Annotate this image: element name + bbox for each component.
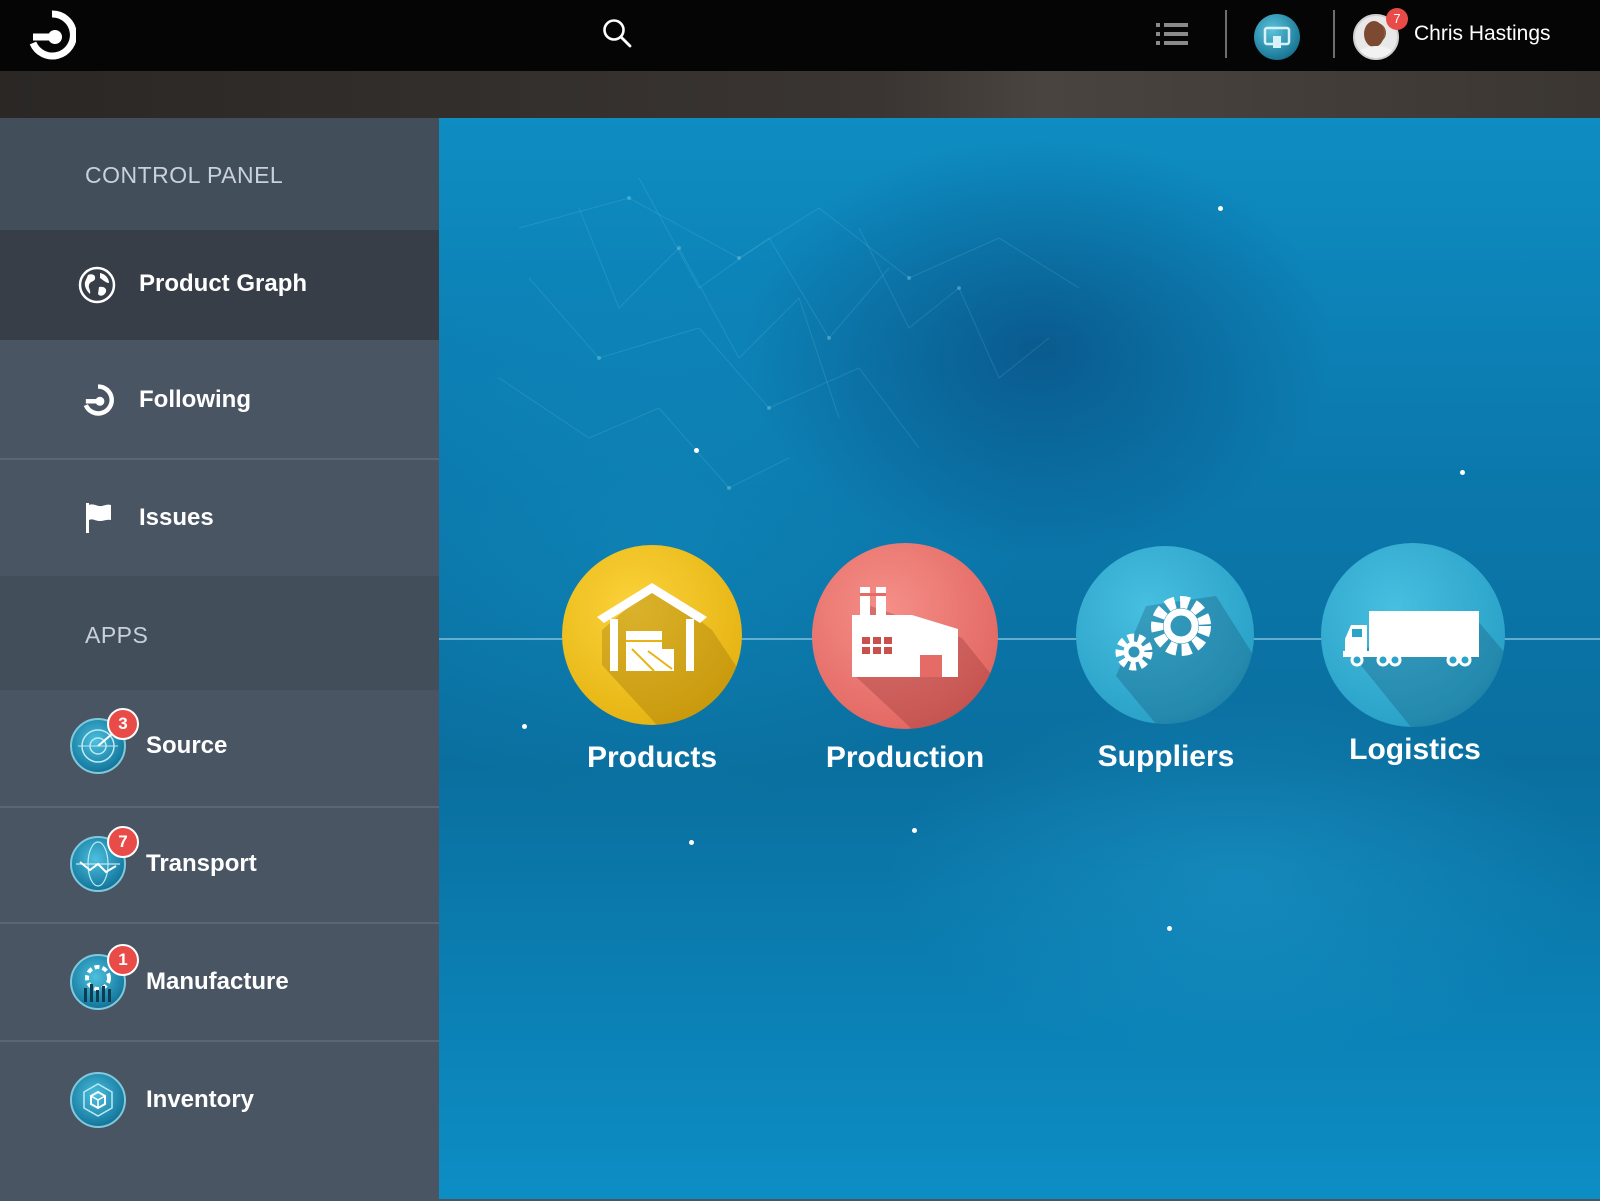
notification-badge: 7: [107, 826, 139, 858]
header-divider: [1333, 10, 1335, 58]
category-label: Production: [825, 741, 985, 774]
star-dot: [689, 840, 694, 845]
truck-icon: [1321, 543, 1505, 727]
notification-badge: 3: [107, 708, 139, 740]
following-icon: [83, 384, 114, 416]
category-label: Products: [586, 741, 718, 774]
app-badge-icon[interactable]: [1254, 14, 1300, 60]
factory-icon: [812, 543, 998, 729]
product-graph-canvas: Products Production Suppliers Logistics: [439, 118, 1600, 1199]
sidebar-item-issues[interactable]: Issues: [0, 458, 439, 578]
star-dot: [1167, 926, 1172, 931]
sidebar-item-label: Manufacture: [146, 968, 289, 995]
search-icon[interactable]: [602, 18, 632, 48]
star-dot: [522, 724, 527, 729]
category-suppliers[interactable]: Suppliers: [1076, 546, 1266, 786]
notification-badge: 1: [107, 944, 139, 976]
globe-icon: [78, 266, 116, 304]
category-production[interactable]: Production: [812, 543, 1002, 783]
control-panel-heading: CONTROL PANEL: [0, 118, 439, 230]
sidebar-item-manufacture[interactable]: 1 Manufacture: [0, 922, 439, 1042]
sidebar-item-label: Inventory: [146, 1086, 255, 1113]
star-dot: [912, 828, 917, 833]
gears-icon: [1076, 546, 1254, 724]
sidebar-item-label: Source: [146, 732, 228, 759]
sidebar-item-product-graph[interactable]: Product Graph: [0, 230, 439, 340]
sidebar: CONTROL PANEL Product Graph Following Is…: [0, 118, 439, 1201]
sidebar-item-following[interactable]: Following: [0, 340, 439, 458]
star-dot: [1218, 206, 1223, 211]
user-name[interactable]: Chris Hastings: [1414, 22, 1551, 46]
box-icon: [70, 1072, 126, 1128]
sub-header-bar: [0, 71, 1600, 118]
top-bar: 7 Chris Hastings: [0, 0, 1600, 71]
category-logistics[interactable]: Logistics: [1321, 543, 1511, 783]
category-products[interactable]: Products: [559, 545, 749, 785]
flag-icon: [86, 503, 111, 533]
star-dot: [1460, 470, 1465, 475]
list-icon[interactable]: [1156, 21, 1188, 47]
notification-badge: 7: [1386, 8, 1408, 30]
sidebar-item-label: Product Graph: [139, 270, 308, 297]
sidebar-item-label: Transport: [146, 850, 257, 877]
sidebar-item-inventory[interactable]: Inventory: [0, 1040, 439, 1201]
star-dot: [694, 448, 699, 453]
apps-heading: APPS: [0, 576, 439, 690]
sidebar-item-transport[interactable]: 7 Transport: [0, 806, 439, 924]
category-label: Suppliers: [1097, 740, 1235, 773]
sidebar-item-label: Following: [139, 386, 251, 413]
sidebar-item-label: Issues: [139, 504, 214, 531]
warehouse-icon: [562, 545, 742, 725]
header-divider: [1225, 10, 1227, 58]
logo-icon[interactable]: [28, 10, 76, 60]
sidebar-item-source[interactable]: 3 Source: [0, 690, 439, 806]
category-label: Logistics: [1349, 733, 1481, 766]
